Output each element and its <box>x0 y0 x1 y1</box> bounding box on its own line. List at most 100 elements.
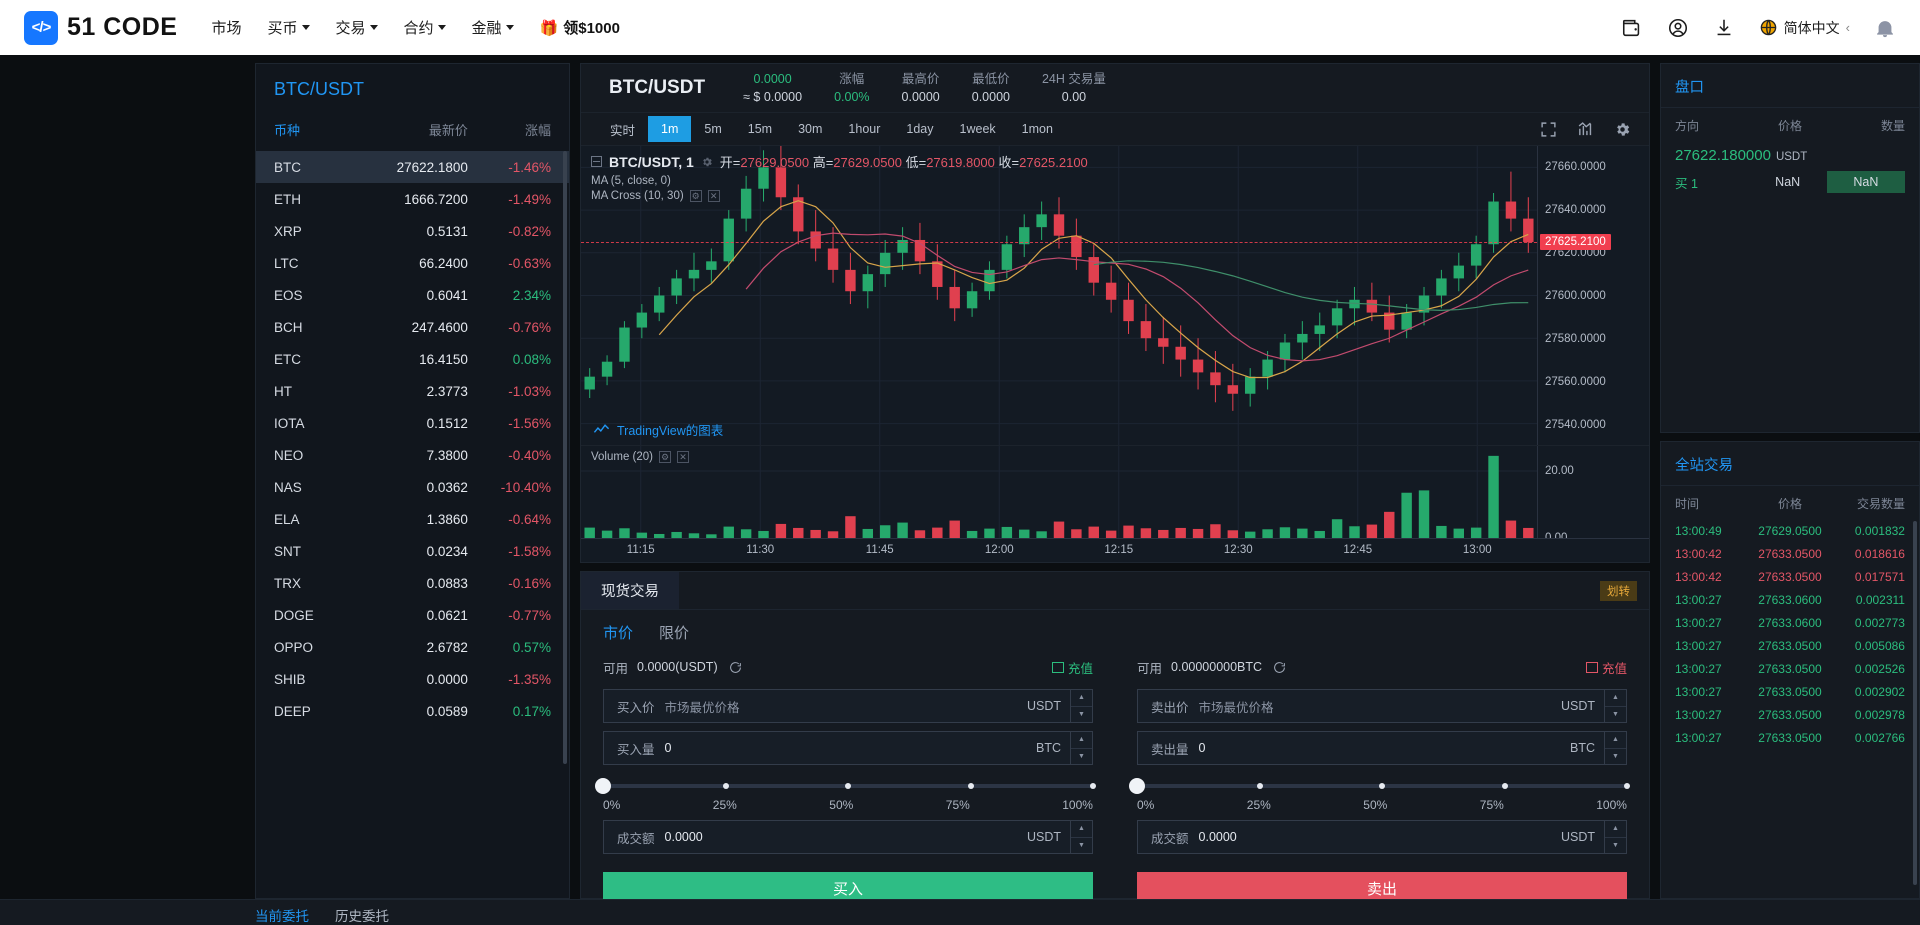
buy-price-stepper[interactable]: ▲▼ <box>1070 690 1092 722</box>
slider-marker-75[interactable] <box>968 783 974 789</box>
timeframe-1day[interactable]: 1day <box>893 116 946 142</box>
nav-item-contract[interactable]: 合约 <box>404 17 446 38</box>
timeframe-实时[interactable]: 实时 <box>597 114 648 145</box>
collapse-icon[interactable] <box>591 156 602 167</box>
coin-row-ltc[interactable]: LTC66.2400-0.63% <box>256 247 569 279</box>
buy-total-stepper[interactable]: ▲▼ <box>1070 821 1092 853</box>
coin-row-eos[interactable]: EOS0.60412.34% <box>256 279 569 311</box>
coin-row-neo[interactable]: NEO7.3800-0.40% <box>256 439 569 471</box>
sell-price-stepper[interactable]: ▲▼ <box>1604 690 1626 722</box>
sell-total-input[interactable]: 0.0000 <box>1199 830 1561 844</box>
buy-total-field[interactable]: 成交额 0.0000 USDT ▲▼ <box>603 820 1093 854</box>
coin-row-nas[interactable]: NAS0.0362-10.40% <box>256 471 569 503</box>
coin-row-xrp[interactable]: XRP0.5131-0.82% <box>256 215 569 247</box>
sell-deposit-link[interactable]: 充值 <box>1586 658 1627 677</box>
coin-row-doge[interactable]: DOGE0.0621-0.77% <box>256 599 569 631</box>
settings-gear-icon[interactable] <box>1614 121 1631 138</box>
wallet-icon[interactable] <box>1621 17 1643 39</box>
column-symbol[interactable]: 币种 <box>274 120 368 139</box>
timeframe-15m[interactable]: 15m <box>735 116 785 142</box>
buy-quantity-field[interactable]: 买入量 0 BTC ▲▼ <box>603 731 1093 765</box>
coin-row-ht[interactable]: HT2.3773-1.03% <box>256 375 569 407</box>
coin-row-shib[interactable]: SHIB0.0000-1.35% <box>256 663 569 695</box>
stepper-down-icon[interactable]: ▼ <box>1605 838 1626 854</box>
stepper-down-icon[interactable]: ▼ <box>1605 749 1626 765</box>
slider-marker-100[interactable] <box>1624 783 1630 789</box>
coin-row-eth[interactable]: ETH1666.7200-1.49% <box>256 183 569 215</box>
stepper-up-icon[interactable]: ▲ <box>1605 690 1626 707</box>
orderbook-row[interactable]: 买 1NaNNaN <box>1661 168 1919 196</box>
user-account-icon[interactable] <box>1667 17 1689 39</box>
buy-price-input[interactable]: 市场最优价格 <box>665 697 1027 716</box>
chart-settings-gear-icon[interactable] <box>701 156 713 168</box>
sell-quantity-input[interactable]: 0 <box>1199 741 1570 755</box>
price-chart[interactable]: BTC/USDT, 1 开=27629.0500 高=27629.0500 低=… <box>581 146 1649 446</box>
logo[interactable]: </> 51 CODE <box>24 11 177 45</box>
coin-row-trx[interactable]: TRX0.0883-0.16% <box>256 567 569 599</box>
buy-quantity-input[interactable]: 0 <box>665 741 1036 755</box>
slider-knob[interactable] <box>1129 778 1145 794</box>
order-type-market[interactable]: 市价 <box>603 622 633 643</box>
coin-row-btc[interactable]: BTC27622.1800-1.46% <box>256 151 569 183</box>
timeframe-1week[interactable]: 1week <box>947 116 1009 142</box>
indicator-chart-icon[interactable] <box>1577 121 1594 138</box>
buy-price-field[interactable]: 买入价 市场最优价格 USDT ▲▼ <box>603 689 1093 723</box>
timeframe-30m[interactable]: 30m <box>785 116 835 142</box>
column-change[interactable]: 涨幅 <box>468 120 551 139</box>
stepper-down-icon[interactable]: ▼ <box>1071 707 1092 723</box>
time-axis[interactable]: 11:1511:3011:4512:0012:1512:3012:4513:00 <box>581 538 1649 562</box>
coin-row-iota[interactable]: IOTA0.1512-1.56% <box>256 407 569 439</box>
sell-quantity-field[interactable]: 卖出量 0 BTC ▲▼ <box>1137 731 1627 765</box>
indicator-settings-icon[interactable]: ⚙ <box>690 190 702 202</box>
timeframe-5m[interactable]: 5m <box>691 116 734 142</box>
coin-row-oppo[interactable]: OPPO2.67820.57% <box>256 631 569 663</box>
stepper-down-icon[interactable]: ▼ <box>1071 838 1092 854</box>
trades-scrollbar[interactable] <box>1913 521 1917 885</box>
chart-indicator-ma-cross[interactable]: MA Cross (10, 30) ⚙ ✕ <box>591 190 1088 202</box>
bell-icon[interactable] <box>1874 17 1896 39</box>
promo-button[interactable]: 🎁 领$1000 <box>540 17 620 38</box>
slider-marker-100[interactable] <box>1090 783 1096 789</box>
volume-remove-icon[interactable]: ✕ <box>677 451 689 463</box>
chart-indicator-ma[interactable]: MA (5, close, 0) <box>591 175 1088 187</box>
coin-row-ela[interactable]: ELA1.3860-0.64% <box>256 503 569 535</box>
coin-row-snt[interactable]: SNT0.0234-1.58% <box>256 535 569 567</box>
coin-list-scrollbar[interactable] <box>563 151 567 764</box>
volume-chart[interactable]: Volume (20) ⚙ ✕ 20.000.00 <box>581 446 1649 538</box>
language-selector[interactable]: 简体中文 ‹ <box>1759 18 1850 38</box>
refresh-icon[interactable] <box>729 661 742 674</box>
tradingview-credit[interactable]: TradingView的图表 <box>593 420 723 439</box>
transfer-button[interactable]: 划转 <box>1600 581 1637 601</box>
nav-item-finance[interactable]: 金融 <box>472 17 514 38</box>
slider-marker-50[interactable] <box>1379 783 1385 789</box>
buy-percent-slider[interactable] <box>603 783 1093 789</box>
volume-settings-icon[interactable]: ⚙ <box>659 451 671 463</box>
download-icon[interactable] <box>1713 17 1735 39</box>
sell-total-stepper[interactable]: ▲▼ <box>1604 821 1626 853</box>
timeframe-1mon[interactable]: 1mon <box>1009 116 1066 142</box>
stepper-up-icon[interactable]: ▲ <box>1071 732 1092 749</box>
indicator-remove-icon[interactable]: ✕ <box>708 190 720 202</box>
coin-row-etc[interactable]: ETC16.41500.08% <box>256 343 569 375</box>
nav-item-trade[interactable]: 交易 <box>336 17 378 38</box>
slider-marker-25[interactable] <box>1257 783 1263 789</box>
sell-quantity-stepper[interactable]: ▲▼ <box>1604 732 1626 764</box>
tab-spot-trading[interactable]: 现货交易 <box>581 572 679 609</box>
sell-price-input[interactable]: 市场最优价格 <box>1199 697 1561 716</box>
buy-deposit-link[interactable]: 充值 <box>1052 658 1093 677</box>
stepper-up-icon[interactable]: ▲ <box>1071 821 1092 838</box>
buy-quantity-stepper[interactable]: ▲▼ <box>1070 732 1092 764</box>
tab-current-orders[interactable]: 当前委托 <box>255 905 309 925</box>
slider-marker-25[interactable] <box>723 783 729 789</box>
nav-item-buy-crypto[interactable]: 买币 <box>268 17 310 38</box>
refresh-icon[interactable] <box>1273 661 1286 674</box>
fullscreen-icon[interactable] <box>1540 121 1557 138</box>
sell-total-field[interactable]: 成交额 0.0000 USDT ▲▼ <box>1137 820 1627 854</box>
timeframe-1m[interactable]: 1m <box>648 116 691 142</box>
slider-marker-75[interactable] <box>1502 783 1508 789</box>
tab-order-history[interactable]: 历史委托 <box>335 905 389 925</box>
timeframe-1hour[interactable]: 1hour <box>835 116 893 142</box>
stepper-up-icon[interactable]: ▲ <box>1071 690 1092 707</box>
stepper-up-icon[interactable]: ▲ <box>1605 732 1626 749</box>
stepper-down-icon[interactable]: ▼ <box>1605 707 1626 723</box>
